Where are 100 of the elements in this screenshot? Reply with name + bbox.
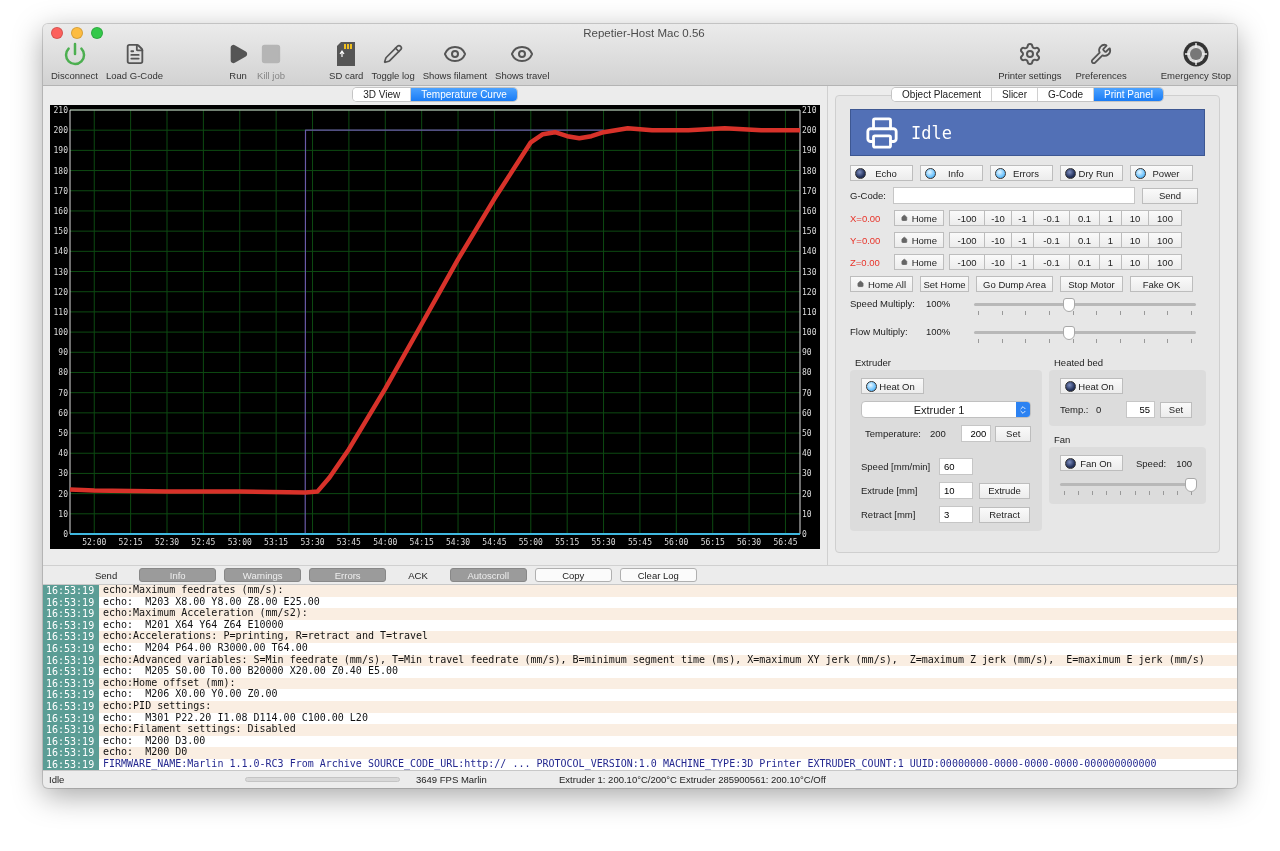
toolbar-button[interactable]: Preferences [1073,41,1129,81]
jog-button[interactable]: 0.1 [1070,210,1100,226]
retract-field[interactable]: 3 [939,506,973,523]
y-axis-label: 190 [802,146,817,156]
log-message: echo: M200 D3.00 [102,735,206,747]
jog-button[interactable]: -1 [1012,254,1034,270]
set-button[interactable]: Set [995,425,1031,442]
jog-button[interactable]: -1 [1012,232,1034,248]
jog-button[interactable]: -10 [985,254,1012,270]
x-axis-label: 55:15 [555,538,580,547]
toolbar-button[interactable]: Toggle log [369,41,417,81]
jog-button[interactable]: -0.1 [1034,254,1070,270]
multiplier-label: Flow Multiply: [850,326,909,337]
toolbar-button[interactable]: Shows filament [420,41,490,81]
jog-button[interactable]: 1 [1100,254,1122,270]
log-time: 16:53:19 [43,724,99,736]
action-button[interactable]: Home All [850,276,913,292]
group-title: Extruder [854,357,892,368]
jog-button[interactable]: 10 [1122,254,1149,270]
toolbar-button[interactable]: Printer settings [996,41,1064,81]
jog-button[interactable]: -100 [949,254,985,270]
y-axis-label: 10 [58,509,68,519]
jog-button[interactable]: 10 [1122,232,1149,248]
bed-temp-field[interactable]: 55 [1126,401,1155,418]
x-axis-label: 54:45 [482,538,507,547]
toggle-button[interactable]: Info [920,165,983,181]
jog-button[interactable]: -1 [1012,210,1034,226]
y-axis-label: 120 [53,287,68,297]
toolbar-button[interactable]: Load G-Code [104,41,166,81]
log-message: echo: M200 D0 [102,747,188,759]
y-axis-label: 60 [58,408,68,418]
log-time: 16:53:19 [43,585,99,597]
speed-field[interactable]: 60 [939,458,973,475]
toggle-button[interactable]: Fan On [1060,455,1123,471]
extrude-field[interactable]: 10 [939,482,973,499]
toolbar-button[interactable]: Shows travel [493,41,552,81]
home-button[interactable]: Home [894,254,944,270]
jog-button[interactable]: 0.1 [1070,254,1100,270]
x-axis-label: 56:00 [664,538,689,547]
toggle-button[interactable]: Errors [990,165,1053,181]
jog-button[interactable]: 100 [1149,210,1182,226]
action-button[interactable]: Stop Motor [1060,276,1123,292]
extrude-button[interactable]: Extrude [979,482,1030,499]
y-axis-label: 160 [802,206,817,216]
status-text: Idle [49,774,66,785]
toolbar-button[interactable]: SD card [327,41,366,81]
window-title: Repetier-Host Mac 0.56 [582,26,706,39]
y-axis-label: 190 [53,146,68,156]
toggle-button[interactable]: Power [1130,165,1193,181]
y-axis-label: 100 [802,328,817,338]
toggle-button[interactable]: Echo [850,165,913,181]
jog-button[interactable]: -0.1 [1034,210,1070,226]
jog-button[interactable]: 0.1 [1070,232,1100,248]
jog-button[interactable]: -0.1 [1034,232,1070,248]
y-axis-label: 180 [802,166,817,176]
jog-button[interactable]: -10 [985,210,1012,226]
temperature-status: Extruder 1: 200.10°C/200°C Extruder 285900561: 200.10°C/Off [559,774,827,785]
y-axis-label: 0 [802,530,807,539]
jog-button[interactable]: -100 [949,210,985,226]
log-filter-button[interactable]: ACK [408,568,428,582]
y-axis-label: 160 [53,206,68,216]
log-filter-button[interactable]: Send [95,568,118,582]
retract-button[interactable]: Retract [979,506,1030,523]
temperature-field[interactable]: 200 [961,425,992,442]
log-filter-button[interactable]: Clear Log [619,568,697,582]
home-button[interactable]: Home [894,232,944,248]
jog-button[interactable]: -100 [949,232,985,248]
toolbar-button[interactable]: Emergency Stop [1158,41,1233,81]
action-button[interactable]: Set Home [920,276,969,292]
jog-button[interactable]: 1 [1100,210,1122,226]
bed-temp-value: 0 [1096,404,1103,415]
toggle-button[interactable]: Heat On [861,378,924,394]
log-filter-button[interactable]: Copy [534,568,612,582]
log-message: echo: M301 P22.20 I1.08 D114.00 C100.00 L20 [102,712,368,724]
toggle-button[interactable]: Heat On [1060,378,1123,394]
group-title: Fan [1053,434,1072,445]
x-axis-label: 54:30 [446,538,471,547]
log-message: echo: M203 X8.00 Y8.00 Z8.00 E25.00 [102,596,320,608]
y-axis-label: 10 [802,509,812,519]
jog-button[interactable]: -10 [985,232,1012,248]
home-button[interactable]: Home [894,210,944,226]
extruder-select[interactable]: Extruder 1 [861,401,1031,418]
y-axis-label: 170 [802,186,817,196]
y-axis-label: 150 [53,227,68,237]
jog-button[interactable]: 100 [1149,254,1182,270]
jog-button[interactable]: 1 [1100,232,1122,248]
action-button[interactable]: Fake OK [1130,276,1193,292]
toolbar-button[interactable]: Disconnect [49,41,100,81]
send-button[interactable]: Send [1142,187,1198,204]
log-message: echo:Filament settings: Disabled [102,724,296,736]
set-button[interactable]: Set [1160,401,1192,418]
y-axis-label: 70 [802,388,812,398]
jog-button[interactable]: 100 [1149,232,1182,248]
toolbar-button[interactable]: Run [225,41,252,81]
action-button[interactable]: Go Dump Area [976,276,1053,292]
field-label: Retract [mm] [861,509,917,520]
jog-button[interactable]: 10 [1122,210,1149,226]
axis-position: X=0.00 [850,212,882,224]
toggle-button[interactable]: Dry Run [1060,165,1123,181]
log-message: echo:Accelerations: P=printing, R=retract and T=travel [102,631,429,643]
